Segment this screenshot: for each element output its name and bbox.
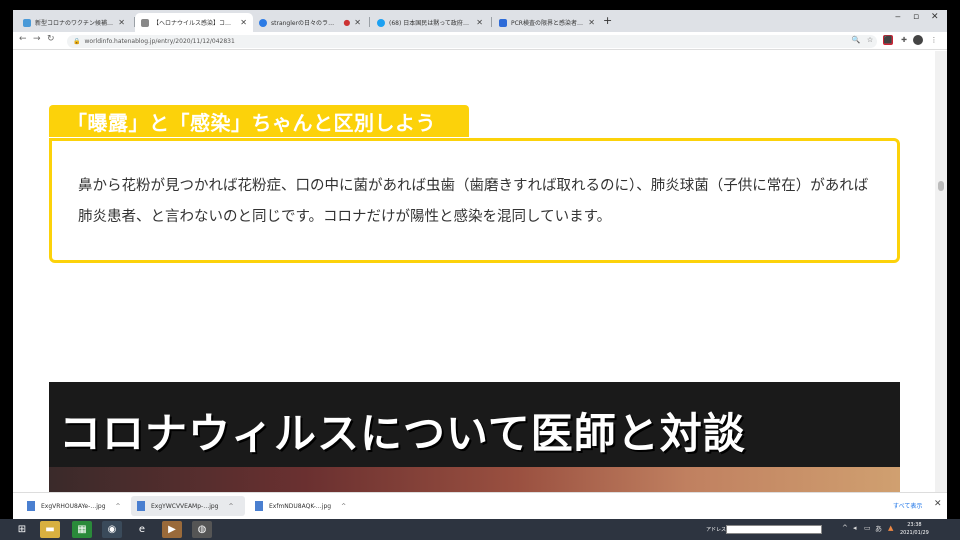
bookmark-star-icon[interactable]: ☆: [865, 35, 875, 45]
close-icon[interactable]: ✕: [476, 18, 483, 27]
quote-box: 鼻から花粉が見つかれば花粉症、口の中に菌があれば虫歯（歯磨きすれば取れるのに）、…: [49, 138, 900, 263]
puzzle-icon[interactable]: ✚: [899, 35, 909, 45]
download-filename: ExfmNDU8AQK-…jpg: [269, 502, 332, 510]
notification-icon[interactable]: ▲: [888, 524, 893, 532]
tab-favicon: [141, 18, 149, 27]
taskbar: ⊞ ▬ ▦ ◉ e ▶ ◍ アドレス ^ ◂ ▭ あ ▲ 23:38 2021/…: [0, 519, 960, 540]
lock-icon: 🔒: [73, 38, 81, 45]
quote-text: 鼻から花粉が見つかれば花粉症、口の中に菌があれば虫歯（歯磨きすれば取れるのに）、…: [78, 178, 869, 225]
close-icon[interactable]: ✕: [934, 499, 942, 509]
close-icon[interactable]: ✕: [240, 18, 247, 27]
scrollbar[interactable]: [935, 51, 947, 492]
chrome-icon[interactable]: ◉: [102, 521, 122, 538]
recording-icon: ●: [343, 18, 351, 27]
menu-dots-icon[interactable]: ⋮: [929, 35, 939, 45]
download-item[interactable]: ExgVRHOU8AYe-…jpg ^: [21, 496, 129, 516]
clock-date: 2021/01/29: [900, 530, 929, 536]
address-bar[interactable]: 🔒 worldinfo.hatenablog.jp/entry/2020/11/…: [67, 35, 877, 48]
download-filename: ExgYWCVVEAMp-…jpg: [151, 502, 219, 510]
tab-label: stranglerの日々のライブ配信: [271, 20, 339, 27]
tab-separator: [491, 17, 492, 27]
tray-chevron-icon[interactable]: ^: [842, 524, 848, 532]
close-icon[interactable]: ✕: [118, 18, 125, 27]
address-toolbar-input[interactable]: [726, 525, 822, 534]
hero-image: コロナウィルスについて医師と対談: [49, 382, 900, 492]
tab-favicon: [499, 18, 507, 27]
profile-avatar[interactable]: [913, 35, 923, 45]
tab-label: 新型コロナのワクチン候補 臨床試験: [35, 20, 114, 27]
tab-separator: [369, 17, 370, 27]
desktop-screen: 新型コロナのワクチン候補 臨床試験 ✕ 【ヘロナウイルス感染】コロナ騒動の… ✕…: [0, 0, 960, 540]
section-heading-box: 「曝露」と「感染」ちゃんと区別しよう: [49, 105, 469, 137]
close-icon[interactable]: ✕: [354, 18, 361, 27]
download-filename: ExgVRHOU8AYe-…jpg: [41, 502, 106, 510]
tab-label: 【ヘロナウイルス感染】コロナ騒動の…: [153, 20, 236, 27]
scroll-thumb[interactable]: [938, 181, 944, 191]
reload-icon[interactable]: ↻: [47, 34, 55, 44]
edge-icon[interactable]: e: [132, 521, 152, 538]
address-toolbar-label: アドレス: [706, 527, 727, 533]
media-player-icon[interactable]: ▶: [162, 521, 182, 538]
maximize-icon[interactable]: ▫: [913, 12, 919, 22]
section-heading: 「曝露」と「感染」ちゃんと区別しよう: [67, 110, 436, 135]
volume-icon[interactable]: ◂: [853, 524, 857, 532]
tab-favicon: [23, 18, 31, 27]
tab-favicon: [259, 18, 267, 27]
hero-photo: [49, 467, 900, 492]
tab-favicon: [377, 18, 385, 27]
close-window-icon[interactable]: ✕: [931, 12, 939, 22]
zoom-icon[interactable]: 🔍: [851, 35, 861, 45]
show-all-downloads-link[interactable]: すべて表示: [893, 501, 922, 510]
store-icon[interactable]: ▦: [72, 521, 92, 538]
chevron-up-icon[interactable]: ^: [116, 503, 121, 510]
download-item[interactable]: ExfmNDU8AQK-…jpg ^: [249, 496, 357, 516]
image-file-icon: [27, 501, 35, 511]
new-tab-button[interactable]: +: [603, 14, 612, 27]
download-item[interactable]: ExgYWCVVEAMp-…jpg ^: [131, 496, 245, 516]
file-explorer-icon[interactable]: ▬: [40, 521, 60, 538]
tab-label: (68) 日本国民は黙って政府の指示…: [389, 20, 472, 27]
tab-3[interactable]: stranglerの日々のライブ配信 ● ✕: [253, 13, 367, 32]
system-clock[interactable]: 23:38 2021/01/29: [900, 521, 929, 537]
chevron-up-icon[interactable]: ^: [228, 503, 233, 510]
close-icon[interactable]: ✕: [588, 18, 595, 27]
minimize-icon[interactable]: ‒: [895, 12, 901, 22]
tab-label: PCR検査の限界と感染者数の嘘: [511, 20, 584, 27]
hero-title: コロナウィルスについて医師と対談: [59, 409, 746, 458]
windows-start-icon[interactable]: ⊞: [12, 521, 32, 538]
page-content: 「曝露」と「感染」ちゃんと区別しよう 鼻から花粉が見つかれば花粉症、口の中に菌が…: [13, 51, 947, 492]
tab-strip: 新型コロナのワクチン候補 臨床試験 ✕ 【ヘロナウイルス感染】コロナ騒動の… ✕…: [13, 10, 947, 32]
extension-icon[interactable]: ⬛: [883, 35, 893, 45]
clock-time: 23:38: [907, 522, 922, 528]
forward-icon[interactable]: →: [33, 34, 41, 44]
network-icon[interactable]: ▭: [864, 524, 871, 532]
image-file-icon: [137, 501, 145, 511]
obs-icon[interactable]: ◍: [192, 521, 212, 538]
chevron-up-icon[interactable]: ^: [341, 503, 346, 510]
ime-icon[interactable]: あ: [875, 524, 882, 534]
download-bar: ExgVRHOU8AYe-…jpg ^ ExgYWCVVEAMp-…jpg ^ …: [13, 492, 947, 519]
tab-2[interactable]: 【ヘロナウイルス感染】コロナ騒動の… ✕: [135, 13, 253, 32]
back-icon[interactable]: ←: [19, 34, 27, 44]
tab-5[interactable]: PCR検査の限界と感染者数の嘘 ✕: [493, 13, 601, 32]
browser-window: 新型コロナのワクチン候補 臨床試験 ✕ 【ヘロナウイルス感染】コロナ騒動の… ✕…: [13, 10, 947, 519]
url-text: worldinfo.hatenablog.jp/entry/2020/11/12…: [84, 38, 235, 45]
tab-4[interactable]: (68) 日本国民は黙って政府の指示… ✕: [371, 13, 489, 32]
browser-toolbar: ← → ↻ 🔒 worldinfo.hatenablog.jp/entry/20…: [13, 32, 947, 50]
mouse-cursor-icon: [858, 305, 866, 315]
image-file-icon: [255, 501, 263, 511]
tab-1[interactable]: 新型コロナのワクチン候補 臨床試験 ✕: [17, 13, 131, 32]
